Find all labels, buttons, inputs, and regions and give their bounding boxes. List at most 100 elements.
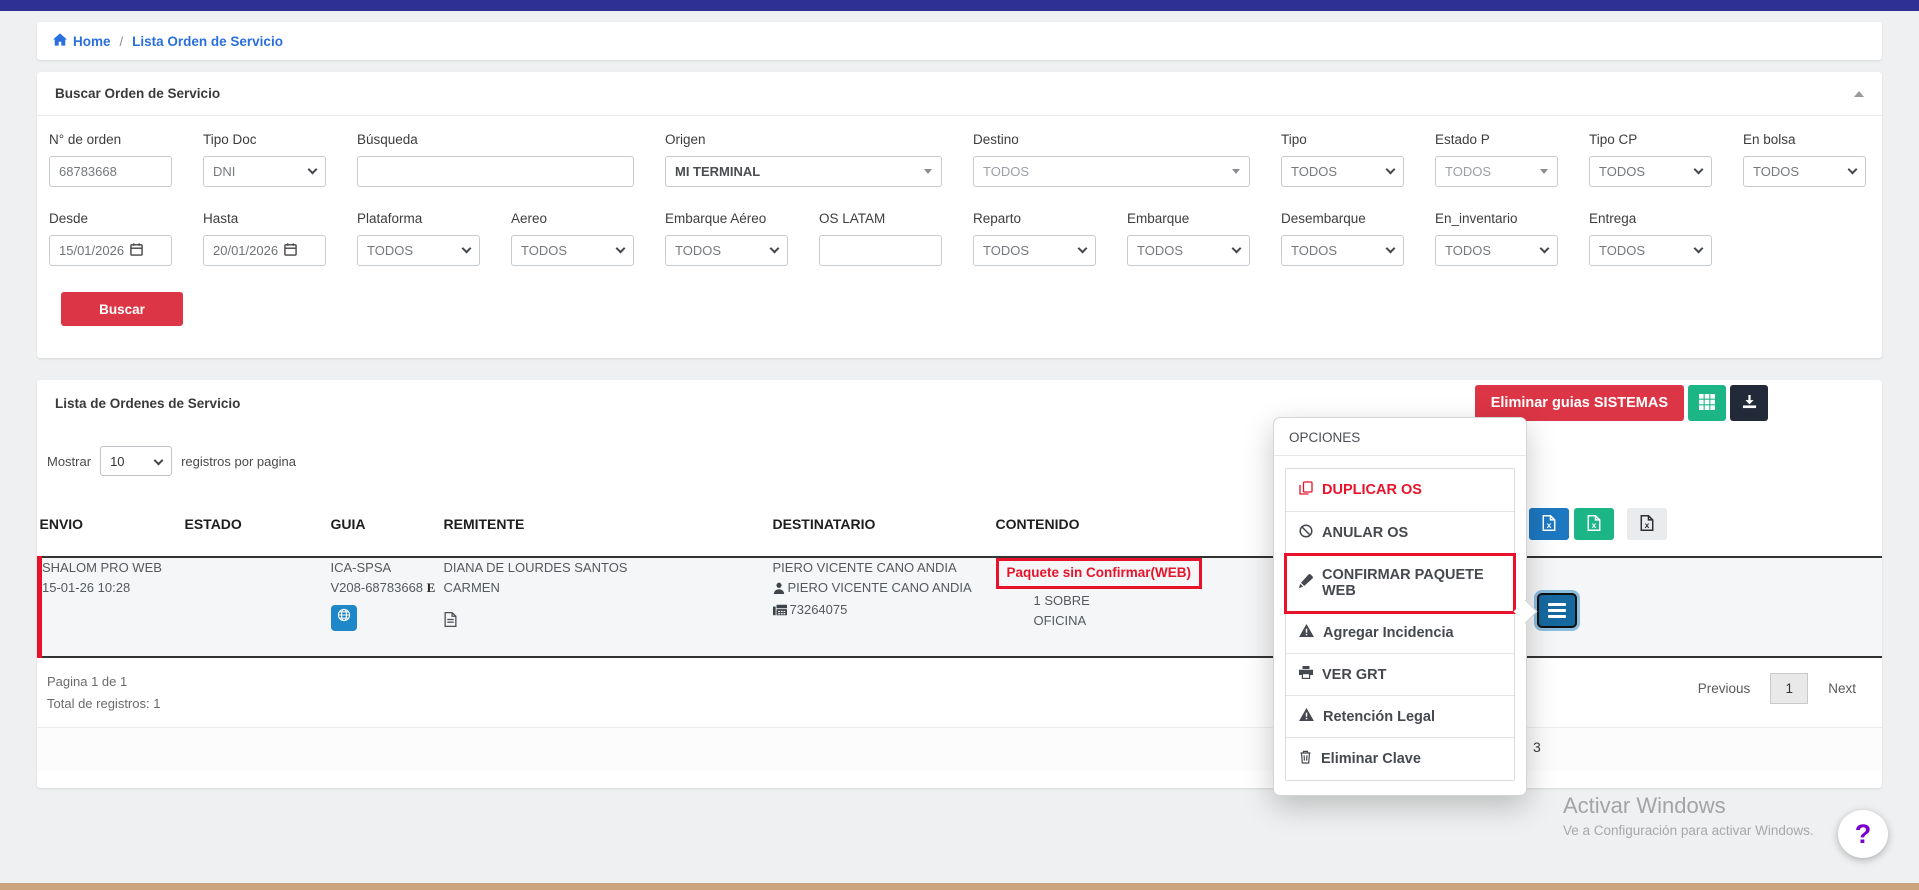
- field-label: Tipo Doc: [203, 132, 326, 147]
- field-label: Tipo CP: [1589, 132, 1712, 147]
- menu-item-agregar-incidencia[interactable]: Agregar Incidencia: [1286, 612, 1514, 654]
- row-options-menu-button[interactable]: [1537, 593, 1577, 628]
- breadcrumb-home-link[interactable]: Home: [53, 33, 111, 49]
- menu-item-confirmar-paquete-web[interactable]: CONFIRMAR PAQUETE WEB: [1286, 555, 1514, 612]
- field-label: Embarque: [1127, 211, 1250, 226]
- field-estado-p: Estado P TODOS: [1435, 132, 1558, 187]
- field-label: Estado P: [1435, 132, 1558, 147]
- reparto-select[interactable]: TODOS: [973, 235, 1096, 266]
- search-panel: Buscar Orden de Servicio N° de orden Tip…: [37, 72, 1882, 358]
- search-form-row-1: N° de orden Tipo Doc DNI Búsqueda Origen…: [49, 132, 1870, 187]
- breadcrumb-home-label: Home: [73, 34, 111, 49]
- column-remitente[interactable]: REMITENTE: [444, 500, 773, 557]
- os-latam-input[interactable]: [819, 235, 942, 266]
- chevron-down-icon: [462, 244, 472, 254]
- column-destinatario[interactable]: DESTINATARIO: [773, 500, 996, 557]
- plataforma-select[interactable]: TODOS: [357, 235, 480, 266]
- cell-estado: [185, 557, 331, 657]
- page-size-select[interactable]: 10: [100, 446, 172, 476]
- embarque-aereo-select[interactable]: TODOS: [665, 235, 788, 266]
- menu-item-eliminar-clave[interactable]: Eliminar Clave: [1286, 738, 1514, 780]
- column-envio[interactable]: ENVIO: [40, 500, 185, 557]
- chevron-down-icon: [154, 455, 164, 465]
- search-form-row-2: Desde 15/01/2026 Hasta 20/01/2026 Plataf…: [49, 211, 1870, 266]
- field-plataforma: Plataforma TODOS: [357, 211, 480, 266]
- tipo-cp-select[interactable]: TODOS: [1589, 156, 1712, 187]
- field-label: Desde: [49, 211, 172, 226]
- orders-list-header: Lista de Ordenes de Servicio Eliminar gu…: [37, 380, 1882, 426]
- field-destino: Destino TODOS: [973, 132, 1250, 187]
- entrega-select[interactable]: TODOS: [1589, 235, 1712, 266]
- pagination-previous[interactable]: Previous: [1698, 681, 1751, 696]
- pagination-page-1[interactable]: 1: [1770, 673, 1808, 704]
- aereo-select[interactable]: TODOS: [511, 235, 634, 266]
- embarque-select[interactable]: TODOS: [1127, 235, 1250, 266]
- page-size-row: Mostrar 10 registros por pagina: [37, 426, 1882, 476]
- breadcrumb-current-link[interactable]: Lista Orden de Servicio: [132, 34, 283, 49]
- export-excel-blue-button[interactable]: x: [1529, 508, 1569, 540]
- field-tipo-cp: Tipo CP TODOS: [1589, 132, 1712, 187]
- field-en-bolsa: En bolsa TODOS: [1743, 132, 1866, 187]
- menu-item-ver-grt[interactable]: VER GRT: [1286, 654, 1514, 696]
- windows-watermark: Activar Windows Ve a Configuración para …: [1563, 793, 1814, 838]
- collapse-caret-icon[interactable]: [1854, 91, 1864, 97]
- estado-p-select[interactable]: TODOS: [1435, 156, 1558, 187]
- en-bolsa-select[interactable]: TODOS: [1743, 156, 1866, 187]
- chevron-down-icon: [1078, 244, 1088, 254]
- field-label: Embarque Aéreo: [665, 211, 788, 226]
- column-estado[interactable]: ESTADO: [185, 500, 331, 557]
- menu-item-duplicar-os[interactable]: DUPLICAR OS: [1286, 469, 1514, 512]
- chevron-down-icon: [1386, 244, 1396, 254]
- column-guia[interactable]: GUIA: [331, 500, 444, 557]
- field-busqueda: Búsqueda: [357, 132, 634, 187]
- destinatario-phone-line: 73264075: [773, 600, 990, 622]
- buscar-button[interactable]: Buscar: [61, 292, 183, 326]
- menu-item-anular-os[interactable]: ANULAR OS: [1286, 512, 1514, 555]
- origen-select[interactable]: MI TERMINAL: [665, 156, 942, 187]
- desde-date-input[interactable]: 15/01/2026: [49, 235, 172, 266]
- field-embarque: Embarque TODOS: [1127, 211, 1250, 266]
- field-numero-orden: N° de orden: [49, 132, 172, 187]
- svg-text:x: x: [1591, 520, 1596, 530]
- en-inventario-select[interactable]: TODOS: [1435, 235, 1558, 266]
- destinatario-contact-line: PIERO VICENTE CANO ANDIA: [773, 578, 990, 600]
- field-label: En_inventario: [1435, 211, 1558, 226]
- help-button[interactable]: ?: [1838, 810, 1888, 858]
- chevron-down-icon: [1848, 165, 1858, 175]
- export-excel-gray-button[interactable]: x: [1627, 508, 1667, 540]
- download-button[interactable]: [1730, 385, 1768, 421]
- menu-item-retencion-legal[interactable]: Retención Legal: [1286, 696, 1514, 738]
- trash-icon: [1299, 750, 1312, 768]
- hasta-date-input[interactable]: 20/01/2026: [203, 235, 326, 266]
- field-label: OS LATAM: [819, 211, 942, 226]
- field-tipo-doc: Tipo Doc DNI: [203, 132, 326, 187]
- field-label: Entrega: [1589, 211, 1712, 226]
- pagination-next[interactable]: Next: [1828, 681, 1856, 696]
- eliminar-guias-button[interactable]: Eliminar guias SISTEMAS: [1475, 385, 1684, 421]
- grid-icon: [1699, 394, 1715, 413]
- tipo-select[interactable]: TODOS: [1281, 156, 1404, 187]
- destino-select[interactable]: TODOS: [973, 156, 1250, 187]
- numero-orden-input[interactable]: [49, 156, 172, 187]
- cell-remitente: DIANA DE LOURDES SANTOS CARMEN: [444, 557, 773, 657]
- svg-text:x: x: [1644, 520, 1649, 530]
- desembarque-select[interactable]: TODOS: [1281, 235, 1404, 266]
- envio-datetime: 15-01-26 10:28: [42, 578, 179, 598]
- opciones-dropdown: OPCIONES DUPLICAR OS ANULAR OS CONFIRMAR…: [1273, 417, 1527, 796]
- home-icon: [53, 33, 67, 49]
- table-row: SHALOM PRO WEB 15-01-26 10:28 ICA-SPSA V…: [40, 557, 1883, 657]
- chevron-down-icon: [616, 244, 626, 254]
- person-icon: [773, 582, 785, 597]
- busqueda-input[interactable]: [357, 156, 634, 187]
- export-excel-green-button[interactable]: x: [1574, 508, 1614, 540]
- grid-view-button[interactable]: [1688, 385, 1726, 421]
- field-label: N° de orden: [49, 132, 172, 147]
- document-icon[interactable]: [444, 612, 767, 633]
- web-origin-badge[interactable]: [331, 605, 357, 631]
- field-origen: Origen MI TERMINAL: [665, 132, 942, 187]
- caret-down-icon: [924, 169, 932, 174]
- excel-file-icon: x: [1542, 515, 1556, 534]
- field-reparto: Reparto TODOS: [973, 211, 1096, 266]
- caret-down-icon: [1232, 169, 1240, 174]
- tipo-doc-select[interactable]: DNI: [203, 156, 326, 187]
